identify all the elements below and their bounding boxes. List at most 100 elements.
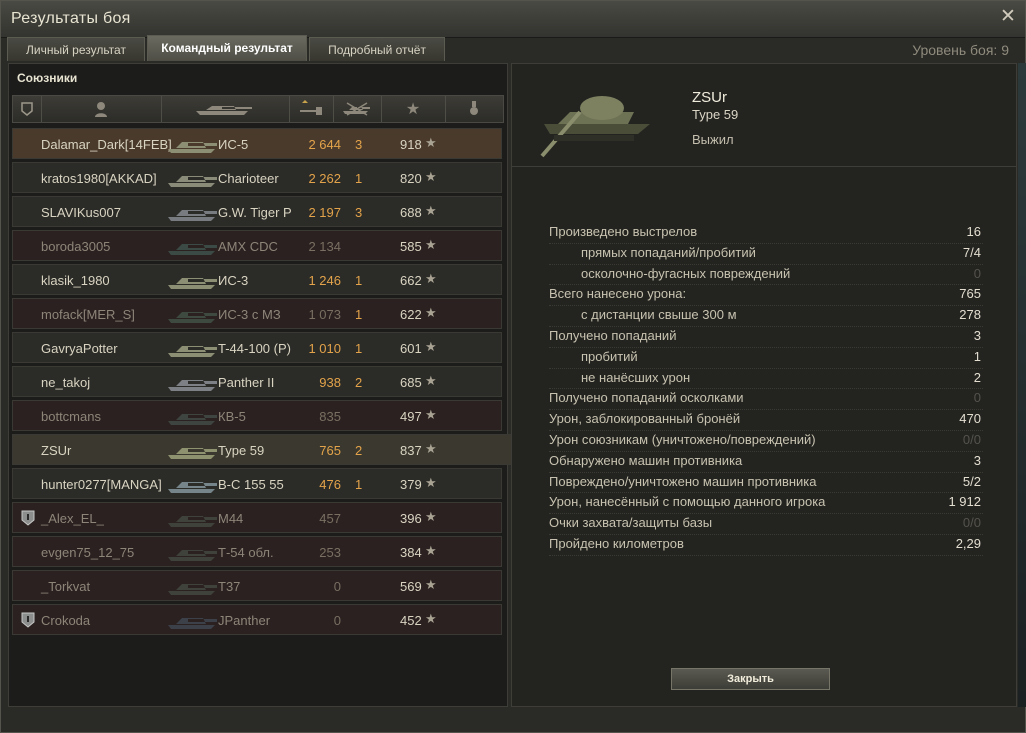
detail-status: Выжил bbox=[692, 132, 734, 147]
stat-row: Очки захвата/защиты базы 0/0 bbox=[549, 514, 983, 535]
kills-value: 1 bbox=[355, 273, 363, 288]
stat-value: 7/4 bbox=[962, 244, 981, 260]
xp-value: 396 bbox=[400, 511, 422, 526]
vehicle-column-icon[interactable] bbox=[161, 96, 290, 122]
tank-icon bbox=[168, 312, 217, 323]
stat-row: осколочно-фугасных повреждений 0 bbox=[549, 265, 983, 286]
table-row[interactable]: kratos1980[AKKAD] Charioteer 2 262 1 820… bbox=[12, 162, 502, 193]
table-row[interactable]: klasik_1980 ИС-3 1 246 1 662 ★ bbox=[12, 264, 502, 295]
stat-value: 765 bbox=[959, 286, 981, 302]
stat-row: Получено попаданий 3 bbox=[549, 327, 983, 348]
xp-value: 918 bbox=[400, 137, 422, 152]
stat-row: Произведено выстрелов 16 bbox=[549, 223, 983, 244]
tab-detailed-report[interactable]: Подробный отчёт bbox=[309, 37, 445, 61]
tank-icon bbox=[168, 448, 217, 459]
kills-value: 3 bbox=[355, 205, 363, 220]
stat-row: Урон союзникам (уничтожено/повреждений) … bbox=[549, 431, 983, 452]
stat-value: 1 bbox=[973, 348, 981, 364]
stat-value: 1 912 bbox=[948, 494, 981, 510]
player-name: Crokoda bbox=[41, 613, 91, 628]
player-name: klasik_1980 bbox=[41, 273, 110, 288]
stat-label: Получено попаданий осколками bbox=[549, 390, 744, 406]
vehicle-name: JPanther bbox=[218, 613, 271, 628]
table-row[interactable]: boroda3005 AMX CDC 2 134 585 ★ bbox=[12, 230, 502, 261]
damage-value: 2 134 bbox=[308, 239, 341, 254]
stat-value: 2,29 bbox=[955, 535, 981, 551]
xp-value: 384 bbox=[400, 545, 422, 560]
table-row[interactable]: GavryaPotter T-44-100 (P) 1 010 1 601 ★ bbox=[12, 332, 502, 363]
table-row[interactable]: SLAVIKus007 G.W. Tiger P 2 197 3 688 ★ bbox=[12, 196, 502, 227]
vehicle-name: ИС-5 bbox=[218, 137, 249, 152]
damage-value: 457 bbox=[319, 511, 341, 526]
stat-value: 2 bbox=[973, 369, 981, 385]
stat-label: Урон, заблокированный бронёй bbox=[549, 411, 741, 427]
table-row[interactable]: bottcmans КВ-5 835 497 ★ bbox=[12, 400, 502, 431]
stat-label: Всего нанесено урона: bbox=[549, 286, 687, 302]
xp-value: 622 bbox=[400, 307, 422, 322]
player-name: GavryaPotter bbox=[41, 341, 118, 356]
player-name: bottcmans bbox=[41, 409, 101, 424]
stats-list: Произведено выстрелов 16 прямых попадани… bbox=[549, 223, 983, 556]
stat-label: Повреждено/уничтожено машин противника bbox=[549, 473, 817, 489]
star-icon: ★ bbox=[425, 339, 437, 354]
table-row[interactable]: _Alex_EL_ M44 457 396 ★ bbox=[12, 502, 502, 533]
stat-value: 0 bbox=[973, 265, 981, 281]
damage-value: 2 644 bbox=[308, 137, 341, 152]
medals-column-icon[interactable] bbox=[445, 96, 503, 122]
vehicle-name: T37 bbox=[218, 579, 241, 594]
kills-value: 2 bbox=[355, 375, 363, 390]
tank-icon bbox=[168, 584, 217, 595]
damage-column-icon[interactable] bbox=[289, 96, 334, 122]
xp-value: 685 bbox=[400, 375, 422, 390]
stat-label: прямых попаданий/пробитий bbox=[581, 244, 756, 260]
table-row[interactable]: hunter0277[MANGA] В-С 155 55 476 1 379 ★ bbox=[12, 468, 502, 499]
star-icon: ★ bbox=[425, 305, 437, 320]
kills-column-icon[interactable] bbox=[333, 96, 382, 122]
table-row[interactable]: mofack[MER_S] ИС-3 с МЗ 1 073 1 622 ★ bbox=[12, 298, 502, 329]
stat-row: с дистанции свыше 300 м 278 bbox=[549, 306, 983, 327]
close-icon[interactable]: ✕ bbox=[999, 7, 1017, 26]
player-name: boroda3005 bbox=[41, 239, 111, 254]
stat-row: Повреждено/уничтожено машин противника 5… bbox=[549, 473, 983, 494]
table-row[interactable]: evgen75_12_75 Т-54 обл. 253 384 ★ bbox=[12, 536, 502, 567]
star-icon: ★ bbox=[425, 543, 437, 558]
xp-column-icon[interactable]: ★ bbox=[381, 96, 446, 122]
tank-icon bbox=[168, 278, 217, 289]
title-bar: Результаты боя ✕ bbox=[1, 1, 1025, 38]
kills-value: 1 bbox=[355, 171, 363, 186]
stat-value: 3 bbox=[973, 327, 981, 343]
damage-value: 938 bbox=[319, 375, 341, 390]
stat-label: Обнаружено машин противника bbox=[549, 452, 743, 468]
kills-value: 1 bbox=[355, 477, 363, 492]
tank-icon bbox=[168, 244, 217, 255]
vehicle-name: Panther II bbox=[218, 375, 275, 390]
damage-value: 1 010 bbox=[308, 341, 341, 356]
xp-value: 688 bbox=[400, 205, 422, 220]
player-name: _Torkvat bbox=[41, 579, 91, 594]
tab-personal-result[interactable]: Личный результат bbox=[7, 37, 145, 61]
stat-row: Получено попаданий осколками 0 bbox=[549, 389, 983, 411]
player-column-icon[interactable] bbox=[41, 96, 162, 122]
stat-value: 5/2 bbox=[962, 473, 981, 489]
table-row[interactable]: ne_takoj Panther II 938 2 685 ★ bbox=[12, 366, 502, 397]
vehicle-name: Type 59 bbox=[218, 443, 265, 458]
table-row[interactable]: _Torkvat T37 0 569 ★ bbox=[12, 570, 502, 601]
background-strip bbox=[1018, 63, 1026, 707]
vehicle-name: T-44-100 (P) bbox=[218, 341, 291, 356]
table-row-selected[interactable]: ZSUr Type 59 765 2 837 ★ bbox=[12, 434, 512, 465]
stat-label: не нанёсших урон bbox=[581, 369, 691, 385]
table-row[interactable]: Crokoda JPanther 0 452 ★ bbox=[12, 604, 502, 635]
tank-icon bbox=[168, 210, 217, 221]
squad-column-icon[interactable] bbox=[13, 96, 42, 122]
detail-tank-name: Type 59 bbox=[692, 107, 739, 122]
stat-row: Всего нанесено урона: 765 bbox=[549, 285, 983, 307]
table-row[interactable]: Dalamar_Dark[14FEB] ИС-5 2 644 3 918 ★ bbox=[12, 128, 502, 159]
close-button[interactable]: Закрыть bbox=[671, 668, 830, 690]
tab-team-result[interactable]: Командный результат bbox=[147, 35, 307, 61]
star-icon: ★ bbox=[425, 135, 437, 150]
star-icon: ★ bbox=[425, 271, 437, 286]
stat-value: 470 bbox=[959, 411, 981, 427]
damage-value: 2 197 bbox=[308, 205, 341, 220]
allies-label: Союзники bbox=[17, 71, 78, 85]
platoon-badge-icon bbox=[21, 612, 35, 628]
